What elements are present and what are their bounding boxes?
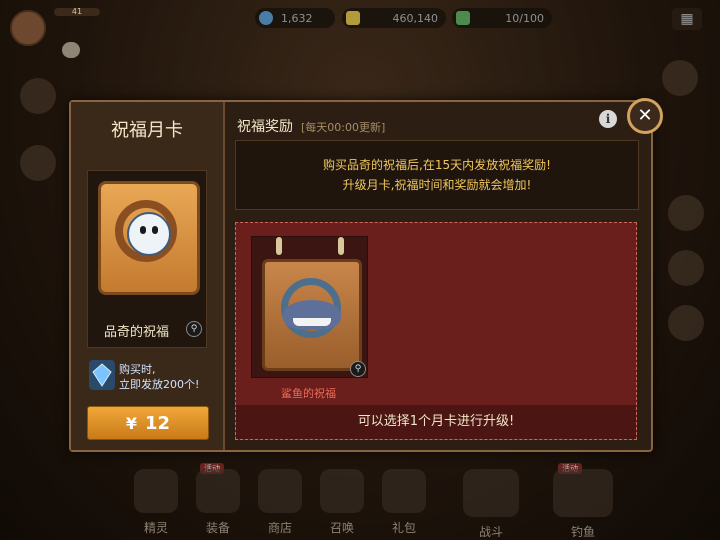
card-slot[interactable]: 品奇的祝福 ⚲ xyxy=(87,170,207,348)
nav-label: 召唤 xyxy=(329,521,354,535)
gold-coin-icon xyxy=(346,11,360,25)
upgrade-reward-area: ⚲ 鲨鱼的祝福 可以选择1个月卡进行升级! xyxy=(235,222,637,440)
purchase-note-line2: 立即发放200个! xyxy=(119,378,200,391)
gift-icon xyxy=(382,469,426,513)
magnifier-icon[interactable]: ⚲ xyxy=(350,361,366,377)
player-avatar[interactable] xyxy=(10,10,46,46)
reward-item-name: 鲨鱼的祝福 xyxy=(281,387,336,400)
sprite-icon xyxy=(134,469,178,513)
nav-label: 精灵 xyxy=(143,521,168,535)
side-event-icon-6[interactable] xyxy=(668,305,704,341)
card-name: 品奇的祝福 xyxy=(104,325,170,340)
description-box: 购买品奇的祝福后,在15天内发放祝福奖励! 升级月卡,祝福时间和奖励就会增加! xyxy=(235,140,639,210)
pinqi-blessing-card-art xyxy=(98,181,200,295)
equipment-icon xyxy=(196,469,240,513)
hanging-hook xyxy=(276,237,282,255)
description-line1: 购买品奇的祝福后,在15天内发放祝福奖励! xyxy=(323,158,551,172)
energy-icon xyxy=(456,11,470,25)
reward-refresh-note: [每天00:00更新] xyxy=(301,121,386,134)
shark-blessing-card-art xyxy=(262,259,362,371)
chat-icon[interactable] xyxy=(62,42,80,58)
reward-title: 祝福奖励 xyxy=(237,119,293,135)
player-level-bar: 41 xyxy=(54,8,100,16)
side-event-icon-5[interactable] xyxy=(668,250,704,286)
nav-label: 礼包 xyxy=(391,521,416,535)
magnifier-icon[interactable]: ⚲ xyxy=(186,321,202,337)
summon-icon xyxy=(320,469,364,513)
nav-sprite[interactable]: 精灵 xyxy=(126,465,186,537)
side-event-icon-1[interactable] xyxy=(20,78,56,114)
nav-equipment[interactable]: 活动 装备 xyxy=(188,463,248,537)
currency-diamond[interactable]: 1,632 xyxy=(255,8,335,28)
close-icon[interactable]: ✕ xyxy=(627,98,663,134)
penguin-icon xyxy=(127,212,171,256)
nav-label: 钓鱼 xyxy=(570,525,595,539)
battle-icon xyxy=(463,469,519,517)
nav-battle[interactable]: 战斗 xyxy=(456,465,526,539)
shop-icon xyxy=(258,469,302,513)
purchase-note-line1: 购买时, xyxy=(119,363,156,376)
blue-crystal-icon xyxy=(89,360,115,390)
monthly-card-dialog: 祝福月卡 品奇的祝福 ⚲ 购买时, 立即发放200个! ¥ 12 祝福奖励 [每… xyxy=(69,98,663,452)
buy-button[interactable]: ¥ 12 xyxy=(87,406,209,440)
grid-menu-icon[interactable]: ▦ xyxy=(672,8,702,30)
nav-summon[interactable]: 召唤 xyxy=(312,465,372,537)
purchase-note: 购买时, 立即发放200个! xyxy=(119,362,219,392)
bottom-navigation: 精灵 活动 装备 商店 召唤 礼包 战斗 活动 钓鱼 xyxy=(126,463,626,540)
hanging-hook xyxy=(338,237,344,255)
side-event-icon-3[interactable] xyxy=(662,60,698,96)
description-line2: 升级月卡,祝福时间和奖励就会增加! xyxy=(342,178,532,192)
card-panel: 祝福月卡 品奇的祝福 ⚲ 购买时, 立即发放200个! ¥ 12 xyxy=(71,102,225,450)
info-icon[interactable]: i xyxy=(599,110,617,128)
upgrade-hint: 可以选择1个月卡进行升级! xyxy=(236,405,636,439)
diamond-icon xyxy=(259,11,273,25)
card-title: 祝福月卡 xyxy=(111,120,183,141)
currency-diamond-value: 1,632 xyxy=(281,11,313,25)
fishing-icon xyxy=(553,469,613,517)
side-event-icon-2[interactable] xyxy=(20,145,56,181)
nav-shop[interactable]: 商店 xyxy=(250,465,310,537)
nav-label: 战斗 xyxy=(478,525,503,539)
nav-gift-pack[interactable]: 礼包 xyxy=(374,465,434,537)
side-event-icon-4[interactable] xyxy=(668,195,704,231)
nav-label: 装备 xyxy=(205,521,230,535)
currency-symbol: ¥ xyxy=(125,413,138,433)
currency-energy-value: 10/100 xyxy=(505,11,544,25)
currency-energy[interactable]: 10/100 xyxy=(452,8,552,28)
price-value: 12 xyxy=(145,412,171,434)
nav-label: 商店 xyxy=(267,521,292,535)
nav-fishing[interactable]: 活动 钓鱼 xyxy=(546,463,620,539)
shark-blessing-slot[interactable]: ⚲ xyxy=(251,236,368,378)
currency-gold-value: 460,140 xyxy=(392,11,439,25)
currency-gold[interactable]: 460,140 xyxy=(342,8,446,28)
shark-teeth xyxy=(293,318,331,326)
